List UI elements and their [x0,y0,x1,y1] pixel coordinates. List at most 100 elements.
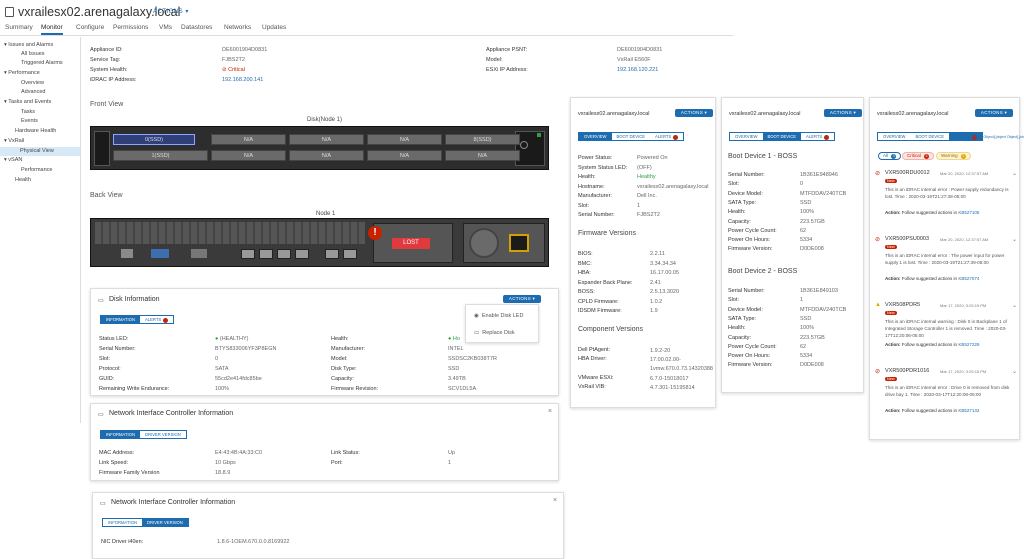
overview-row-value: Powered On [637,155,668,161]
kb-link[interactable]: KB527229 [958,342,979,347]
drive-slot-9[interactable]: N/A [445,150,520,161]
sidebar-item-issues-and-alarms[interactable]: ▾ Issues and Alarms [4,42,53,48]
power-led-icon [537,133,541,137]
overview-actions-button[interactable]: ACTIONS ▾ [675,109,713,117]
new-badge: New [885,245,897,249]
nic2-tab-information[interactable]: INFORMATION [103,519,142,526]
alert-date: Mar 17, 2020, 3:25:19 PM [940,303,987,308]
alerts-panel-host: vxrailesx02.arenagalaxy.local [877,111,949,117]
close-icon[interactable]: × [553,497,557,504]
boot2-row-label: Firmware Version: [728,362,773,369]
tab-configure[interactable]: Configure [76,24,104,31]
chevron-down-icon[interactable]: ⌄ [1012,236,1017,243]
nic-information-title: Network Interface Controller Information [109,410,234,417]
tab-overview[interactable]: OVERVIEW [878,133,911,140]
status-led-label: Status LED: [99,336,129,342]
tab-updates[interactable]: Updates [262,24,286,31]
psu-2-bay[interactable] [463,223,545,263]
alert-action: Action: Follow suggested actions in KB52… [885,276,979,281]
disk-slot-label: Slot: [99,356,111,362]
filter-warning[interactable]: Warning 1 [936,152,971,160]
sidebar-item-vxrail[interactable]: ▾ VxRail [4,138,24,144]
object-header: vxrailesx02.arenagalaxy.local ACTIONS ▾ … [0,0,733,36]
nic-tab-information[interactable]: INFORMATION [101,431,140,438]
sidebar-item-vsan-performance[interactable]: Performance [21,167,53,173]
overview-row-label: Manufacturer: [578,193,612,199]
drive-slot-7[interactable]: N/A [367,150,442,161]
tab-alerts[interactable]: ALERTS [object Object],[object Object],[o… [949,133,1024,140]
kb-link[interactable]: KB527105 [958,210,979,215]
idrac-ip-link[interactable]: 192.168.200.141 [222,77,263,83]
close-icon[interactable]: × [548,408,552,415]
drive-icon: ▭ [98,298,104,304]
boot1-row-label: Power Cycle Count: [728,227,777,234]
nic-driver-title: Network Interface Controller Information [111,499,236,506]
esxi-ip-link[interactable]: 192.168.120.221 [617,67,658,73]
sidebar-item-hardware-health[interactable]: Hardware Health [15,128,56,134]
sidebar-item-tasks[interactable]: Tasks [21,109,35,115]
chevron-down-icon[interactable]: ⌄ [1012,302,1017,309]
tab-networks[interactable]: Networks [224,24,251,31]
tab-boot-device[interactable]: BOOT DEVICE [762,133,802,140]
disk-type-value: SSD [448,366,460,372]
menu-item-replace-disk[interactable]: ▭ Replace Disk [474,330,515,336]
boot1-row-value: 223.57GB [800,218,825,225]
sidebar-item-overview[interactable]: Overview [21,80,44,86]
drive-slot-3[interactable]: N/A [211,150,286,161]
chevron-down-icon[interactable]: ⌄ [1012,170,1017,177]
tab-overview[interactable]: OVERVIEW [730,133,763,140]
nic2-tab-driver-version[interactable]: DRIVER VERSION [142,519,188,526]
drive-slot-2[interactable]: N/A [211,134,286,145]
menu-item-enable-disk-led[interactable]: ◉ Enable Disk LED [474,313,523,319]
manufacturer-label: Manufacturer: [331,346,365,352]
tab-boot-device[interactable]: BOOT DEVICE [612,133,651,140]
sidebar-item-performance[interactable]: ▾ Performance [4,70,40,76]
component-row-value: 1.9.2-20 [650,348,671,354]
disk-health-label: Health: [331,336,349,342]
kb-link[interactable]: KB527074 [958,276,979,281]
disk-actions-button[interactable]: ACTIONS ▾ [503,295,541,303]
sidebar-item-physical-view[interactable]: Physical View [0,147,80,156]
drive-slot-0[interactable]: 0(SSD) [113,134,195,145]
sidebar-item-advanced[interactable]: Advanced [21,89,45,95]
tab-alerts[interactable]: ALERTS 5 [650,133,683,140]
sidebar-item-health[interactable]: Health [15,177,31,183]
tab-vms[interactable]: VMs [159,24,172,31]
tab-boot-device[interactable]: BOOT DEVICE [911,133,950,140]
ethernet-port-5-icon [325,249,339,259]
component-row-label: Dell PtAgent: [578,347,611,353]
tab-overview[interactable]: OVERVIEW [579,133,612,140]
tab-alerts[interactable]: ALERTS 5 [801,133,834,140]
header-actions-button[interactable]: ACTIONS ▾ [153,8,189,15]
drive-slot-8[interactable]: 8(SSD) [445,134,520,145]
tab-summary[interactable]: Summary [5,24,33,31]
sidebar-item-triggered-alarms[interactable]: Triggered Alarms [21,60,63,66]
tab-monitor[interactable]: Monitor [41,24,63,35]
filter-all[interactable]: All 4 [878,152,902,160]
replace-icon: ▭ [474,330,480,336]
sidebar-item-all-issues[interactable]: All Issues [21,51,45,57]
tab-datastores[interactable]: Datastores [181,24,212,31]
write-endurance-label: Remaining Write Endurance: [99,386,170,392]
boot-actions-button[interactable]: ACTIONS ▾ [824,109,862,117]
drive-slot-5[interactable]: N/A [289,150,364,161]
sidebar-item-tasks-and-events[interactable]: ▾ Tasks and Events [4,99,51,105]
sidebar-item-vsan[interactable]: ▾ vSAN [4,157,22,163]
nic-tab-driver-version[interactable]: DRIVER VERSION [140,431,186,438]
disk-tab-alerts[interactable]: ALERTS 1 [140,316,173,323]
chevron-down-icon[interactable]: ⌄ [1012,368,1017,375]
sidebar-item-events[interactable]: Events [21,118,38,124]
disk-tab-information[interactable]: INFORMATION [101,316,140,323]
drive-slot-1[interactable]: 1(SSD) [113,150,208,161]
tab-permissions[interactable]: Permissions [113,24,148,31]
alerts-actions-button[interactable]: ACTIONS ▾ [975,109,1013,117]
drive-slot-4[interactable]: N/A [289,134,364,145]
drive-slot-6[interactable]: N/A [367,134,442,145]
guid-value: 55cd2e414fdc85be [215,376,262,382]
boot2-row-value: 100% [800,325,815,332]
kb-link[interactable]: KB527132 [958,408,979,413]
filter-critical[interactable]: Critical 3 [902,152,935,160]
boot2-row-label: Slot: [728,297,740,304]
alert-action-label: Action: [885,342,901,347]
component-row-label: VMware ESXi: [578,375,614,381]
